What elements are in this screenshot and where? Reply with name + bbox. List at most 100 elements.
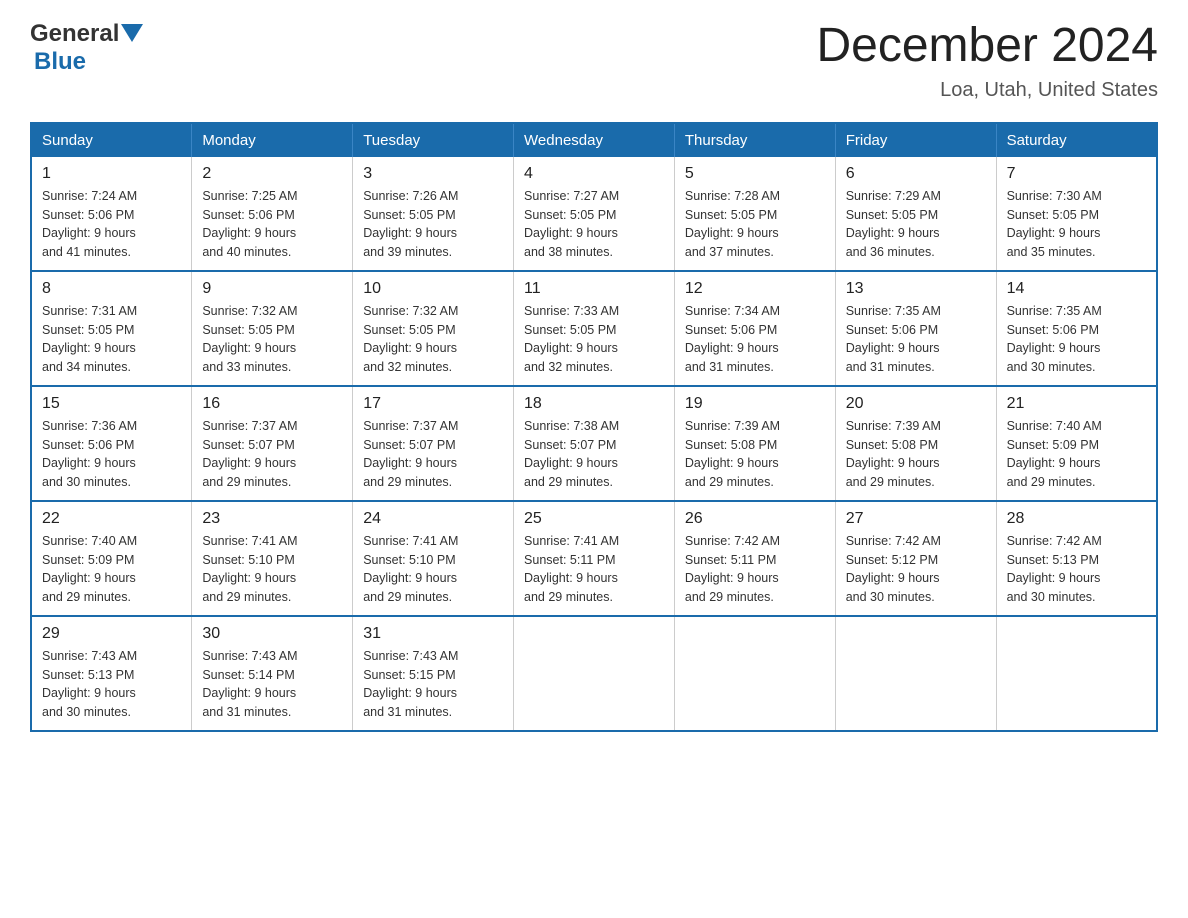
weekday-header-row: SundayMondayTuesdayWednesdayThursdayFrid… bbox=[31, 123, 1157, 157]
calendar-cell: 4 Sunrise: 7:27 AM Sunset: 5:05 PM Dayli… bbox=[514, 157, 675, 271]
day-number: 28 bbox=[1007, 510, 1146, 528]
day-number: 30 bbox=[202, 625, 342, 643]
weekday-header-tuesday: Tuesday bbox=[353, 123, 514, 157]
weekday-header-monday: Monday bbox=[192, 123, 353, 157]
day-number: 31 bbox=[363, 625, 503, 643]
day-number: 18 bbox=[524, 395, 664, 413]
calendar-cell: 7 Sunrise: 7:30 AM Sunset: 5:05 PM Dayli… bbox=[996, 157, 1157, 271]
day-number: 23 bbox=[202, 510, 342, 528]
calendar-cell: 19 Sunrise: 7:39 AM Sunset: 5:08 PM Dayl… bbox=[674, 386, 835, 501]
day-number: 14 bbox=[1007, 280, 1146, 298]
calendar-cell: 15 Sunrise: 7:36 AM Sunset: 5:06 PM Dayl… bbox=[31, 386, 192, 501]
day-info: Sunrise: 7:32 AM Sunset: 5:05 PM Dayligh… bbox=[363, 302, 503, 377]
day-number: 29 bbox=[42, 625, 181, 643]
day-number: 12 bbox=[685, 280, 825, 298]
logo: General Blue bbox=[30, 20, 143, 76]
calendar-cell: 10 Sunrise: 7:32 AM Sunset: 5:05 PM Dayl… bbox=[353, 271, 514, 386]
day-number: 11 bbox=[524, 280, 664, 298]
week-row-2: 8 Sunrise: 7:31 AM Sunset: 5:05 PM Dayli… bbox=[31, 271, 1157, 386]
calendar-cell: 13 Sunrise: 7:35 AM Sunset: 5:06 PM Dayl… bbox=[835, 271, 996, 386]
calendar-cell bbox=[996, 616, 1157, 731]
calendar-cell: 3 Sunrise: 7:26 AM Sunset: 5:05 PM Dayli… bbox=[353, 157, 514, 271]
calendar-cell: 28 Sunrise: 7:42 AM Sunset: 5:13 PM Dayl… bbox=[996, 501, 1157, 616]
calendar-cell: 17 Sunrise: 7:37 AM Sunset: 5:07 PM Dayl… bbox=[353, 386, 514, 501]
day-info: Sunrise: 7:30 AM Sunset: 5:05 PM Dayligh… bbox=[1007, 187, 1146, 262]
week-row-3: 15 Sunrise: 7:36 AM Sunset: 5:06 PM Dayl… bbox=[31, 386, 1157, 501]
day-info: Sunrise: 7:31 AM Sunset: 5:05 PM Dayligh… bbox=[42, 302, 181, 377]
day-info: Sunrise: 7:38 AM Sunset: 5:07 PM Dayligh… bbox=[524, 417, 664, 492]
calendar-cell: 26 Sunrise: 7:42 AM Sunset: 5:11 PM Dayl… bbox=[674, 501, 835, 616]
day-info: Sunrise: 7:43 AM Sunset: 5:14 PM Dayligh… bbox=[202, 647, 342, 722]
day-number: 15 bbox=[42, 395, 181, 413]
week-row-1: 1 Sunrise: 7:24 AM Sunset: 5:06 PM Dayli… bbox=[31, 157, 1157, 271]
day-info: Sunrise: 7:26 AM Sunset: 5:05 PM Dayligh… bbox=[363, 187, 503, 262]
day-number: 4 bbox=[524, 165, 664, 183]
day-number: 9 bbox=[202, 280, 342, 298]
logo-general-text: General bbox=[30, 20, 119, 48]
calendar-cell: 8 Sunrise: 7:31 AM Sunset: 5:05 PM Dayli… bbox=[31, 271, 192, 386]
calendar-cell: 12 Sunrise: 7:34 AM Sunset: 5:06 PM Dayl… bbox=[674, 271, 835, 386]
day-number: 6 bbox=[846, 165, 986, 183]
calendar-cell: 24 Sunrise: 7:41 AM Sunset: 5:10 PM Dayl… bbox=[353, 501, 514, 616]
logo-arrow-icon bbox=[121, 24, 143, 46]
calendar-cell bbox=[835, 616, 996, 731]
calendar-table: SundayMondayTuesdayWednesdayThursdayFrid… bbox=[30, 122, 1158, 732]
day-info: Sunrise: 7:37 AM Sunset: 5:07 PM Dayligh… bbox=[202, 417, 342, 492]
calendar-cell: 18 Sunrise: 7:38 AM Sunset: 5:07 PM Dayl… bbox=[514, 386, 675, 501]
day-info: Sunrise: 7:43 AM Sunset: 5:15 PM Dayligh… bbox=[363, 647, 503, 722]
calendar-cell bbox=[514, 616, 675, 731]
calendar-cell: 9 Sunrise: 7:32 AM Sunset: 5:05 PM Dayli… bbox=[192, 271, 353, 386]
day-number: 17 bbox=[363, 395, 503, 413]
day-number: 21 bbox=[1007, 395, 1146, 413]
weekday-header-sunday: Sunday bbox=[31, 123, 192, 157]
day-number: 13 bbox=[846, 280, 986, 298]
day-number: 19 bbox=[685, 395, 825, 413]
calendar-cell: 2 Sunrise: 7:25 AM Sunset: 5:06 PM Dayli… bbox=[192, 157, 353, 271]
day-number: 24 bbox=[363, 510, 503, 528]
calendar-cell: 30 Sunrise: 7:43 AM Sunset: 5:14 PM Dayl… bbox=[192, 616, 353, 731]
page-header: General Blue December 2024 Loa, Utah, Un… bbox=[30, 20, 1158, 102]
calendar-cell: 27 Sunrise: 7:42 AM Sunset: 5:12 PM Dayl… bbox=[835, 501, 996, 616]
day-number: 3 bbox=[363, 165, 503, 183]
calendar-cell: 1 Sunrise: 7:24 AM Sunset: 5:06 PM Dayli… bbox=[31, 157, 192, 271]
day-info: Sunrise: 7:40 AM Sunset: 5:09 PM Dayligh… bbox=[42, 532, 181, 607]
calendar-cell: 20 Sunrise: 7:39 AM Sunset: 5:08 PM Dayl… bbox=[835, 386, 996, 501]
day-number: 27 bbox=[846, 510, 986, 528]
day-info: Sunrise: 7:40 AM Sunset: 5:09 PM Dayligh… bbox=[1007, 417, 1146, 492]
weekday-header-saturday: Saturday bbox=[996, 123, 1157, 157]
weekday-header-friday: Friday bbox=[835, 123, 996, 157]
day-info: Sunrise: 7:37 AM Sunset: 5:07 PM Dayligh… bbox=[363, 417, 503, 492]
weekday-header-wednesday: Wednesday bbox=[514, 123, 675, 157]
day-info: Sunrise: 7:27 AM Sunset: 5:05 PM Dayligh… bbox=[524, 187, 664, 262]
title-area: December 2024 Loa, Utah, United States bbox=[816, 20, 1158, 102]
day-info: Sunrise: 7:42 AM Sunset: 5:11 PM Dayligh… bbox=[685, 532, 825, 607]
calendar-cell: 16 Sunrise: 7:37 AM Sunset: 5:07 PM Dayl… bbox=[192, 386, 353, 501]
day-number: 16 bbox=[202, 395, 342, 413]
day-info: Sunrise: 7:42 AM Sunset: 5:12 PM Dayligh… bbox=[846, 532, 986, 607]
day-number: 10 bbox=[363, 280, 503, 298]
day-number: 22 bbox=[42, 510, 181, 528]
week-row-4: 22 Sunrise: 7:40 AM Sunset: 5:09 PM Dayl… bbox=[31, 501, 1157, 616]
weekday-header-thursday: Thursday bbox=[674, 123, 835, 157]
calendar-cell: 14 Sunrise: 7:35 AM Sunset: 5:06 PM Dayl… bbox=[996, 271, 1157, 386]
day-info: Sunrise: 7:29 AM Sunset: 5:05 PM Dayligh… bbox=[846, 187, 986, 262]
day-number: 2 bbox=[202, 165, 342, 183]
day-number: 1 bbox=[42, 165, 181, 183]
calendar-title: December 2024 bbox=[816, 20, 1158, 73]
calendar-cell: 21 Sunrise: 7:40 AM Sunset: 5:09 PM Dayl… bbox=[996, 386, 1157, 501]
day-number: 25 bbox=[524, 510, 664, 528]
calendar-cell: 23 Sunrise: 7:41 AM Sunset: 5:10 PM Dayl… bbox=[192, 501, 353, 616]
day-number: 7 bbox=[1007, 165, 1146, 183]
calendar-cell: 6 Sunrise: 7:29 AM Sunset: 5:05 PM Dayli… bbox=[835, 157, 996, 271]
day-info: Sunrise: 7:39 AM Sunset: 5:08 PM Dayligh… bbox=[846, 417, 986, 492]
day-info: Sunrise: 7:32 AM Sunset: 5:05 PM Dayligh… bbox=[202, 302, 342, 377]
day-info: Sunrise: 7:35 AM Sunset: 5:06 PM Dayligh… bbox=[1007, 302, 1146, 377]
day-number: 26 bbox=[685, 510, 825, 528]
day-info: Sunrise: 7:25 AM Sunset: 5:06 PM Dayligh… bbox=[202, 187, 342, 262]
calendar-cell: 11 Sunrise: 7:33 AM Sunset: 5:05 PM Dayl… bbox=[514, 271, 675, 386]
day-info: Sunrise: 7:43 AM Sunset: 5:13 PM Dayligh… bbox=[42, 647, 181, 722]
day-info: Sunrise: 7:33 AM Sunset: 5:05 PM Dayligh… bbox=[524, 302, 664, 377]
calendar-subtitle: Loa, Utah, United States bbox=[816, 79, 1158, 102]
day-info: Sunrise: 7:34 AM Sunset: 5:06 PM Dayligh… bbox=[685, 302, 825, 377]
day-number: 8 bbox=[42, 280, 181, 298]
